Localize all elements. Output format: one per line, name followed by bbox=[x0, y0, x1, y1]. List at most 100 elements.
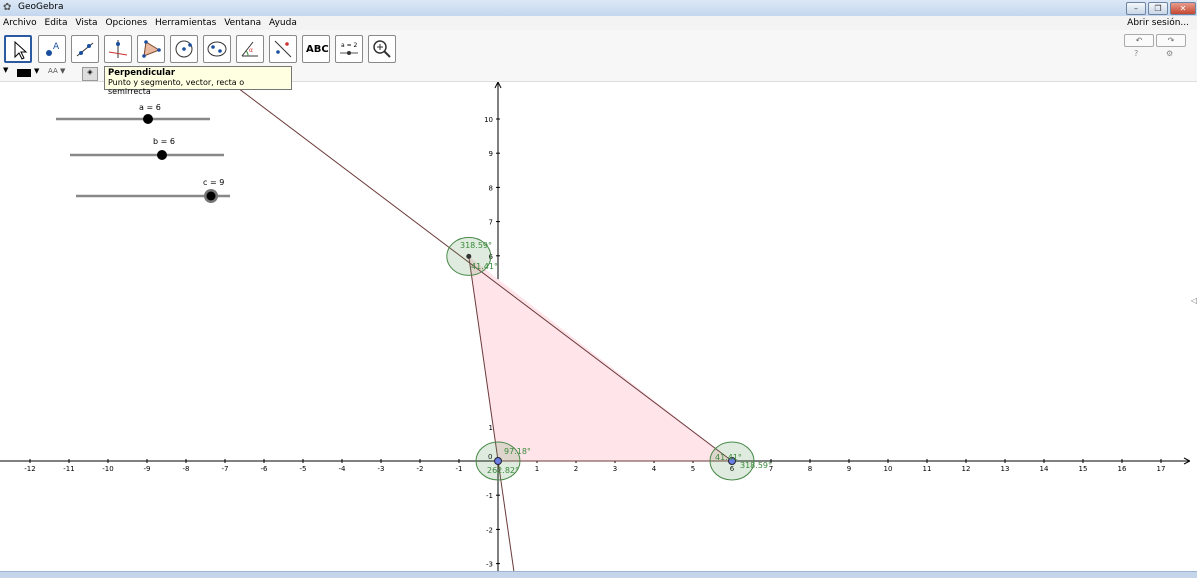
line-tool-button[interactable] bbox=[71, 35, 99, 63]
x-tick-label: -12 bbox=[24, 465, 35, 473]
slider-c-handle[interactable] bbox=[206, 191, 216, 201]
x-tick-label: -2 bbox=[417, 465, 424, 473]
minimize-button[interactable]: – bbox=[1126, 2, 1146, 15]
toggle-stylebar-icon[interactable]: ▼ bbox=[3, 66, 8, 74]
x-tick-label: 8 bbox=[808, 465, 812, 473]
menu-vista[interactable]: Vista bbox=[75, 18, 97, 28]
zoom-in-icon bbox=[373, 40, 391, 58]
x-tick-label: -9 bbox=[144, 465, 151, 473]
x-tick-label: 2 bbox=[574, 465, 578, 473]
x-tick-label: 3 bbox=[613, 465, 617, 473]
gear-icon[interactable]: ⚙ bbox=[1166, 49, 1173, 58]
slider-a[interactable]: a = 6 bbox=[56, 103, 210, 124]
angle-label: 41.41° bbox=[471, 262, 498, 271]
y-tick-label: -3 bbox=[486, 561, 493, 569]
x-tick-label: 12 bbox=[962, 465, 971, 473]
close-button[interactable]: ✕ bbox=[1170, 2, 1196, 15]
polygon-icon bbox=[142, 40, 161, 58]
y-tick-label: 10 bbox=[484, 116, 493, 124]
move-tool-button[interactable] bbox=[4, 35, 32, 63]
slider-icon: a = 2 bbox=[340, 42, 358, 55]
angle-label: 318.59° bbox=[460, 241, 492, 250]
perpendicular-tool-button[interactable] bbox=[104, 35, 132, 63]
slider-c-label: c = 9 bbox=[203, 178, 224, 187]
conic-tool-button[interactable] bbox=[203, 35, 231, 63]
window-title: GeoGebra bbox=[18, 2, 64, 12]
circle-icon bbox=[175, 40, 193, 58]
y-tick-label: -1 bbox=[486, 492, 493, 500]
svg-text:α: α bbox=[249, 47, 253, 54]
undo-button[interactable]: ↶ bbox=[1124, 34, 1154, 47]
color-dropdown-icon[interactable]: ▼ bbox=[34, 67, 39, 75]
graphics-view[interactable]: -12 -11 -10 -9 -8 -7 -6 -5 -4 -3 -2 -1 1 2 3 4 5 6 7 8 9 10 11… bbox=[0, 82, 1190, 572]
point-tool-button[interactable]: A bbox=[38, 35, 66, 63]
menu-edita[interactable]: Edita bbox=[45, 18, 68, 28]
x-tick-label: 15 bbox=[1079, 465, 1088, 473]
menu-archivo[interactable]: Archivo bbox=[3, 18, 37, 28]
maximize-button[interactable]: ❐ bbox=[1148, 2, 1168, 15]
x-tick-label: 1 bbox=[535, 465, 539, 473]
x-tick-label: 4 bbox=[652, 465, 657, 473]
slider-tool-label: a = 2 bbox=[341, 42, 358, 49]
y-tick-label: 9 bbox=[489, 150, 493, 158]
title-bar: ✿ GeoGebra – ❐ ✕ bbox=[0, 0, 1197, 17]
x-tick-label: -11 bbox=[63, 465, 74, 473]
redo-button[interactable]: ↷ bbox=[1156, 34, 1186, 47]
triangle-polygon[interactable] bbox=[468, 256, 732, 461]
text-tool-label: ABC bbox=[306, 44, 329, 55]
reflect-tool-button[interactable] bbox=[269, 35, 297, 63]
x-tick-label: -1 bbox=[456, 465, 463, 473]
vertex-a[interactable] bbox=[466, 253, 472, 259]
text-size-icon[interactable]: AA ▼ bbox=[48, 67, 65, 75]
ellipse-icon bbox=[207, 41, 227, 57]
menu-ayuda[interactable]: Ayuda bbox=[269, 18, 297, 28]
angle-label: 41.41° bbox=[715, 453, 742, 462]
x-tick-label: -7 bbox=[222, 465, 229, 473]
y-tick-label: -2 bbox=[486, 526, 493, 534]
y-tick-label: 1 bbox=[489, 424, 493, 432]
circle-tool-button[interactable] bbox=[170, 35, 198, 63]
x-tick-label: 17 bbox=[1157, 465, 1166, 473]
slider-c[interactable]: c = 9 bbox=[76, 178, 230, 203]
menu-ventana[interactable]: Ventana bbox=[224, 18, 261, 28]
polygon-tool-button[interactable] bbox=[137, 35, 165, 63]
x-tick-label: 13 bbox=[1001, 465, 1010, 473]
tooltip-title: Perpendicular bbox=[108, 68, 176, 78]
graphics-toggle-button[interactable]: ◈ bbox=[82, 67, 98, 81]
color-swatch[interactable] bbox=[17, 69, 31, 77]
x-tick-label: -10 bbox=[102, 465, 113, 473]
angle-label: 318.59° bbox=[740, 461, 772, 470]
menu-opciones[interactable]: Opciones bbox=[105, 18, 147, 28]
angle-label: 97.18° bbox=[504, 447, 531, 456]
menu-bar: Archivo Edita Vista Opciones Herramienta… bbox=[0, 16, 1197, 30]
slider-a-handle[interactable] bbox=[143, 114, 153, 124]
angle-icon: α bbox=[241, 41, 258, 57]
x-tick-label: -8 bbox=[183, 465, 190, 473]
x-tick-label: 10 bbox=[884, 465, 893, 473]
arrow-cursor-icon bbox=[14, 40, 28, 60]
perpendicular-icon bbox=[108, 40, 128, 58]
login-link[interactable]: Abrir sesión... bbox=[1127, 16, 1189, 30]
tooltip: Perpendicular Punto y segmento, vector, … bbox=[104, 66, 292, 96]
point-icon: A bbox=[46, 42, 60, 56]
x-tick-label: 5 bbox=[691, 465, 695, 473]
geogebra-logo-icon: ✿ bbox=[3, 2, 12, 13]
x-tick-label: -4 bbox=[339, 465, 347, 473]
line-icon bbox=[76, 42, 94, 57]
reflect-icon bbox=[274, 40, 292, 58]
slider-b-handle[interactable] bbox=[157, 150, 167, 160]
collapse-arrow-icon[interactable]: ◁ bbox=[1191, 296, 1197, 305]
x-tick-label: 16 bbox=[1118, 465, 1127, 473]
help-icon[interactable]: ? bbox=[1134, 49, 1138, 58]
vertex-b[interactable] bbox=[494, 457, 502, 465]
slider-tool-button[interactable]: a = 2 bbox=[335, 35, 363, 63]
svg-text:A: A bbox=[53, 42, 60, 52]
angle-tool-button[interactable]: α bbox=[236, 35, 264, 63]
zoom-tool-button[interactable] bbox=[368, 35, 396, 63]
menu-herramientas[interactable]: Herramientas bbox=[155, 18, 216, 28]
x-tick-label: -3 bbox=[378, 465, 385, 473]
slider-a-label: a = 6 bbox=[139, 103, 161, 112]
tool-bar: A α ABC a = 2 ↶ ↷ ? ⚙ bbox=[0, 30, 1197, 67]
text-tool-button[interactable]: ABC bbox=[302, 35, 330, 63]
slider-b[interactable]: b = 6 bbox=[70, 137, 224, 160]
